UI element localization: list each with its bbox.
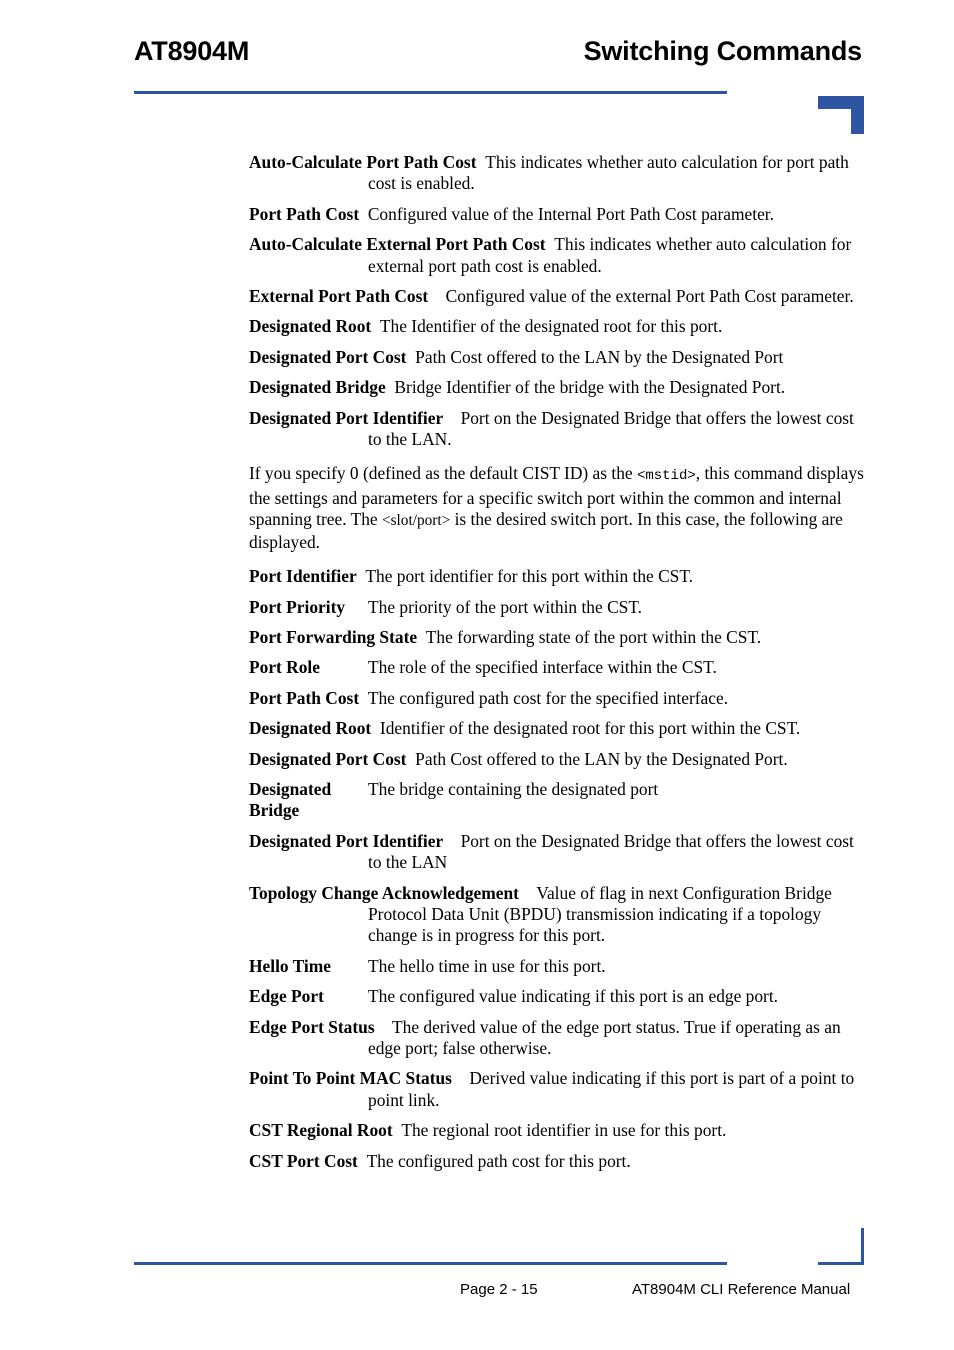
definition-item: Hello Time The hello time in use for this…: [249, 956, 864, 977]
definition-term: Designated Root: [249, 316, 372, 337]
document-page: AT8904M Switching Commands Auto-Calculat…: [0, 0, 954, 1350]
footer-page-number: Page 2 - 15: [460, 1281, 538, 1298]
definition-description: The priority of the port within the CST.: [368, 596, 643, 617]
definition-term: Edge Port: [249, 986, 324, 1007]
definition-term: Port Path Cost: [249, 203, 360, 224]
mstid-token: <mstid>: [636, 468, 696, 485]
definition-description: The forwarding state of the port within …: [425, 626, 762, 647]
footer-corner-mark-vertical: [861, 1228, 864, 1265]
slot-port-token: <slot/port>: [381, 512, 451, 530]
definition-item: Port Path Cost Configured value of the In…: [249, 204, 864, 225]
definition-item: CST Port Cost The configured path cost fo…: [249, 1151, 864, 1172]
definition-item: External Port Path Cost Configured value …: [249, 286, 864, 307]
explanatory-paragraph: If you specify 0 (defined as the default…: [249, 463, 864, 553]
footer-manual-title: AT8904M CLI Reference Manual: [632, 1281, 851, 1298]
definition-term: External Port Path Cost: [249, 286, 429, 307]
header-corner-mark-vertical: [851, 96, 864, 134]
definition-term: CST Port Cost: [249, 1150, 358, 1171]
definition-term: Designated Root: [249, 718, 372, 739]
definition-item: Designated Port Identifier Port on the De…: [249, 408, 864, 451]
definition-item: Edge Port Status The derived value of the…: [249, 1017, 864, 1060]
definition-item: Designated Port Identifier Port on the De…: [249, 831, 864, 874]
definition-term: Designated Port Identifier: [249, 830, 444, 851]
definition-description: Path Cost offered to the LAN by the Desi…: [415, 346, 784, 367]
definition-item: Edge Port The configured value indicating…: [249, 986, 864, 1007]
definition-description: The role of the specified interface with…: [368, 657, 717, 678]
page-body: Auto-Calculate Port Path Cost This indica…: [249, 152, 864, 1181]
definition-term: CST Regional Root: [249, 1120, 393, 1141]
definition-item: Port Role The role of the specified inter…: [249, 657, 864, 678]
definition-term: Port Forwarding State: [249, 626, 418, 647]
header-divider-rule: [134, 91, 727, 94]
definition-term: Designated Port Identifier: [249, 407, 444, 428]
definition-item: Port Path Cost The configured path cost f…: [249, 688, 864, 709]
definition-description: The bridge containing the designated por…: [368, 778, 659, 799]
definition-description: The regional root identifier in use for …: [401, 1120, 727, 1141]
definition-description: Configured value of the external Port Pa…: [445, 286, 854, 307]
definition-item: Auto-Calculate Port Path Cost This indica…: [249, 152, 864, 195]
definition-term: Point To Point MAC Status: [249, 1068, 452, 1089]
paragraph-text-part-1: If you specify 0 (defined as the default…: [249, 463, 637, 484]
definition-item: Designated Port Cost Path Cost offered to…: [249, 749, 864, 770]
definition-description: The configured path cost for the specifi…: [367, 687, 729, 708]
header-product-name: AT8904M: [134, 36, 250, 66]
definition-description: Path Cost offered to the LAN by the Desi…: [415, 748, 788, 769]
definition-term: Port Priority: [249, 596, 346, 617]
definition-term: Designated Port Cost: [249, 748, 407, 769]
header-section-title: Switching Commands: [583, 36, 863, 66]
definition-description: The Identifier of the designated root fo…: [379, 316, 723, 337]
definition-item: Designated Bridge Bridge Identifier of th…: [249, 377, 864, 398]
definition-term: Hello Time: [249, 955, 331, 976]
definition-description: The configured value indicating if this …: [368, 986, 779, 1007]
definition-item: Port Forwarding State The forwarding stat…: [249, 627, 864, 648]
definition-description: The configured path cost for this port.: [366, 1150, 631, 1171]
definition-description: Bridge Identifier of the bridge with the…: [394, 377, 786, 398]
definition-description: The hello time in use for this port.: [368, 955, 606, 976]
definition-term: Port Role: [249, 657, 320, 678]
definition-list-group-two: Port Identifier The port identifier for t…: [249, 566, 864, 1172]
definition-description: Identifier of the designated root for th…: [379, 718, 801, 739]
definition-item: CST Regional Root The regional root ident…: [249, 1120, 864, 1141]
footer-divider-rule: [134, 1262, 727, 1265]
definition-item: Point To Point MAC Status Derived value i…: [249, 1068, 864, 1111]
definition-term: Topology Change Acknowledgement: [249, 882, 519, 903]
definition-item: Auto-Calculate External Port Path Cost Th…: [249, 234, 864, 277]
definition-item: Designated Bridge The bridge containing t…: [249, 779, 864, 822]
definition-description: The port identifier for this port within…: [365, 566, 694, 587]
definition-list-group-one: Auto-Calculate Port Path Cost This indica…: [249, 152, 864, 450]
definition-term: Auto-Calculate External Port Path Cost: [249, 234, 546, 255]
definition-item: Designated Port Cost Path Cost offered to…: [249, 347, 864, 368]
definition-item: Designated Root The Identifier of the des…: [249, 316, 864, 337]
definition-description: The derived value of the edge port statu…: [368, 1016, 841, 1058]
definition-term: Port Path Cost: [249, 687, 360, 708]
definition-item: Designated Root Identifier of the designa…: [249, 718, 864, 739]
definition-term: Designated Bridge: [249, 778, 332, 821]
definition-term: Port Identifier: [249, 566, 357, 587]
definition-description: Configured value of the Internal Port Pa…: [367, 203, 774, 224]
definition-term: Edge Port Status: [249, 1016, 375, 1037]
definition-item: Port Identifier The port identifier for t…: [249, 566, 864, 587]
definition-item: Topology Change Acknowledgement Value of …: [249, 883, 864, 947]
definition-term: Auto-Calculate Port Path Cost: [249, 152, 477, 172]
definition-term: Designated Port Cost: [249, 346, 407, 367]
definition-term: Designated Bridge: [249, 377, 386, 398]
footer-corner-mark-horizontal: [818, 1262, 864, 1265]
definition-item: Port Priority The priority of the port wi…: [249, 597, 864, 618]
